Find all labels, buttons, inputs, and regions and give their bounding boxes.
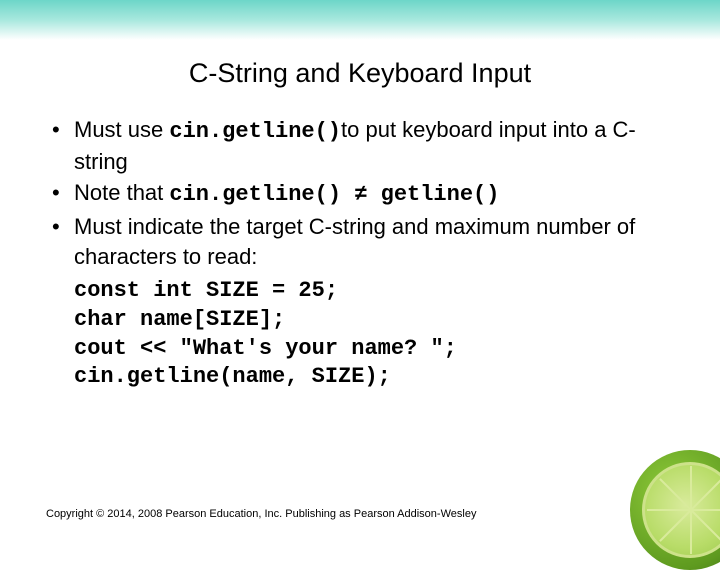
bullet-text: Note that: [74, 180, 169, 205]
copyright-text: Copyright © 2014, 2008 Pearson Education…: [46, 508, 476, 520]
slide-title: C-String and Keyboard Input: [0, 58, 720, 89]
code-block: const int SIZE = 25; char name[SIZE]; co…: [74, 277, 680, 391]
bullet-list: Must use cin.getline()to put keyboard in…: [48, 115, 680, 271]
content-area: Must use cin.getline()to put keyboard in…: [0, 115, 720, 392]
bullet-item: Note that cin.getline() ≠ getline(): [48, 178, 680, 210]
inline-code: cin.getline() ≠ getline(): [169, 182, 499, 207]
bullet-item: Must indicate the target C-string and ma…: [48, 212, 680, 271]
bullet-text: Must indicate the target C-string and ma…: [74, 214, 635, 269]
inline-code: cin.getline(): [169, 119, 341, 144]
top-gradient-bar: [0, 0, 720, 40]
lime-decoration: [630, 450, 720, 570]
bullet-text: Must use: [74, 117, 169, 142]
bullet-item: Must use cin.getline()to put keyboard in…: [48, 115, 680, 176]
